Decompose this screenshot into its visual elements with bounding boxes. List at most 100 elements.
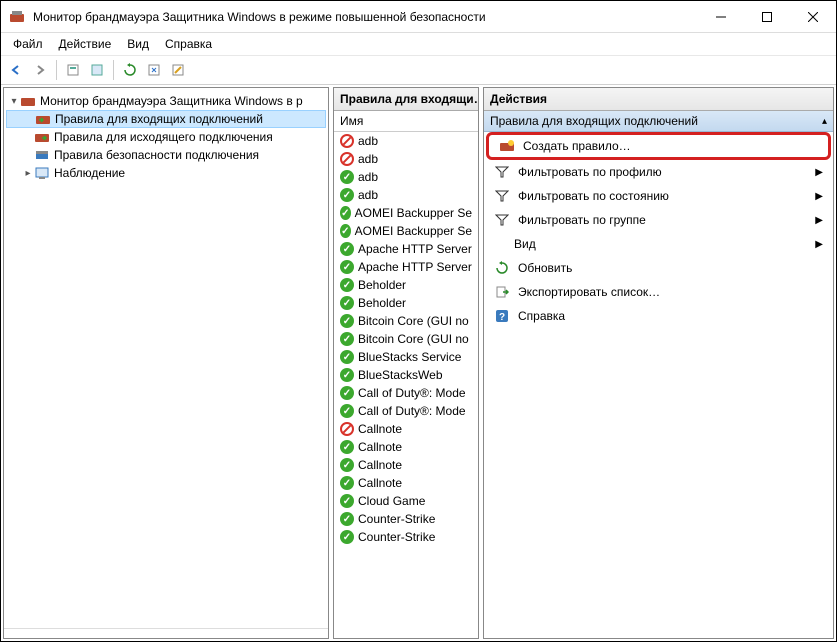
rule-row[interactable]: ✓Beholder bbox=[334, 276, 478, 294]
refresh-button[interactable] bbox=[119, 59, 141, 81]
rule-name: Callnote bbox=[358, 440, 402, 454]
action-label: Обновить bbox=[518, 261, 572, 275]
app-icon bbox=[9, 9, 25, 25]
menu-action[interactable]: Действие bbox=[51, 35, 120, 53]
action-view[interactable]: Вид ▶ bbox=[484, 232, 833, 256]
action-refresh[interactable]: Обновить bbox=[484, 256, 833, 280]
action-filter-state[interactable]: Фильтровать по состоянию ▶ bbox=[484, 184, 833, 208]
rule-row[interactable]: ✓Beholder bbox=[334, 294, 478, 312]
rule-row[interactable]: adb bbox=[334, 150, 478, 168]
menubar: Файл Действие Вид Справка bbox=[1, 33, 836, 55]
menu-view[interactable]: Вид bbox=[119, 35, 157, 53]
filter-icon bbox=[494, 188, 510, 204]
close-button[interactable] bbox=[790, 1, 836, 33]
rule-name: Call of Duty®: Mode bbox=[358, 386, 466, 400]
rule-row[interactable]: ✓Call of Duty®: Mode bbox=[334, 384, 478, 402]
window-title: Монитор брандмауэра Защитника Windows в … bbox=[33, 10, 698, 24]
action-help[interactable]: ? Справка bbox=[484, 304, 833, 328]
rule-name: AOMEI Backupper Se bbox=[355, 206, 472, 220]
rule-row[interactable]: ✓Callnote bbox=[334, 438, 478, 456]
tree-item-outbound[interactable]: Правила для исходящего подключения bbox=[6, 128, 326, 146]
toolbar-icon-3[interactable] bbox=[143, 59, 165, 81]
tree-item-monitoring[interactable]: ▸ Наблюдение bbox=[6, 164, 326, 182]
allow-icon: ✓ bbox=[340, 188, 354, 202]
action-filter-group[interactable]: Фильтровать по группе ▶ bbox=[484, 208, 833, 232]
rule-row[interactable]: ✓ adb bbox=[334, 186, 478, 204]
toolbar-icon-2[interactable] bbox=[86, 59, 108, 81]
collapse-icon[interactable]: ▴ bbox=[822, 116, 827, 127]
rule-row[interactable]: ✓BlueStacks Service bbox=[334, 348, 478, 366]
toolbar-icon-1[interactable] bbox=[62, 59, 84, 81]
rule-name: BlueStacks Service bbox=[358, 350, 461, 364]
rules-list[interactable]: adbadb✓adb✓adb✓AOMEI Backupper Se✓AOMEI … bbox=[334, 132, 478, 638]
rule-row[interactable]: ✓ Bitcoin Core (GUI no bbox=[334, 330, 478, 348]
rule-name: Counter-Strike bbox=[358, 512, 435, 526]
rule-row[interactable]: ✓Call of Duty®: Mode bbox=[334, 402, 478, 420]
back-button[interactable] bbox=[5, 59, 27, 81]
allow-icon: ✓ bbox=[340, 170, 354, 184]
rule-row[interactable]: ✓AOMEI Backupper Se bbox=[334, 222, 478, 240]
export-icon bbox=[494, 284, 510, 300]
rule-row[interactable]: ✓ adb bbox=[334, 168, 478, 186]
rule-name: adb bbox=[358, 134, 378, 148]
actions-body: Правила для входящих подключений ▴ Созда… bbox=[484, 111, 833, 638]
column-header-name[interactable]: Имя bbox=[334, 111, 478, 132]
rule-row[interactable]: ✓Counter-Strike bbox=[334, 510, 478, 528]
rules-panel-header: Правила для входящи… bbox=[334, 88, 478, 111]
toolbar-separator bbox=[56, 60, 57, 80]
rule-row[interactable]: ✓Bitcoin Core (GUI no bbox=[334, 312, 478, 330]
tree-scrollbar[interactable] bbox=[4, 628, 328, 638]
rule-name: Apache HTTP Server bbox=[358, 260, 472, 274]
rule-name: adb bbox=[358, 170, 378, 184]
action-new-rule[interactable]: Создать правило… bbox=[486, 132, 831, 160]
tree-item-label: Наблюдение bbox=[54, 166, 125, 180]
chevron-right-icon[interactable]: ▸ bbox=[22, 168, 34, 179]
toolbar bbox=[1, 55, 836, 85]
tree: ▾ Монитор брандмауэра Защитника Windows … bbox=[4, 88, 328, 628]
rule-row[interactable]: ✓BlueStacksWeb bbox=[334, 366, 478, 384]
rule-name: adb bbox=[358, 152, 378, 166]
rule-name: AOMEI Backupper Se bbox=[355, 224, 472, 238]
action-label: Справка bbox=[518, 309, 565, 323]
allow-icon: ✓ bbox=[340, 296, 354, 310]
allow-icon: ✓ bbox=[340, 494, 354, 508]
actions-section-title[interactable]: Правила для входящих подключений ▴ bbox=[484, 111, 833, 132]
rule-name: adb bbox=[358, 188, 378, 202]
rule-row[interactable]: Callnote bbox=[334, 420, 478, 438]
allow-icon: ✓ bbox=[340, 368, 354, 382]
tree-item-label: Правила для исходящего подключения bbox=[54, 130, 273, 144]
allow-icon: ✓ bbox=[340, 278, 354, 292]
toolbar-icon-4[interactable] bbox=[167, 59, 189, 81]
menu-file[interactable]: Файл bbox=[5, 35, 51, 53]
rule-row[interactable]: adb bbox=[334, 132, 478, 150]
block-icon bbox=[340, 152, 354, 166]
action-filter-profile[interactable]: Фильтровать по профилю ▶ bbox=[484, 160, 833, 184]
action-label: Фильтровать по состоянию bbox=[518, 189, 669, 203]
action-export[interactable]: Экспортировать список… bbox=[484, 280, 833, 304]
tree-item-label: Правила для входящих подключений bbox=[55, 112, 263, 126]
tree-item-label: Правила безопасности подключения bbox=[54, 148, 259, 162]
block-icon bbox=[340, 422, 354, 436]
forward-button[interactable] bbox=[29, 59, 51, 81]
allow-icon: ✓ bbox=[340, 530, 354, 544]
rule-row[interactable]: ✓Counter-Strike bbox=[334, 528, 478, 546]
chevron-down-icon[interactable]: ▾ bbox=[8, 96, 20, 107]
rule-row[interactable]: ✓Callnote bbox=[334, 456, 478, 474]
tree-item-security[interactable]: Правила безопасности подключения bbox=[6, 146, 326, 164]
rule-row[interactable]: ✓Callnote bbox=[334, 474, 478, 492]
action-label: Фильтровать по группе bbox=[518, 213, 646, 227]
rule-name: Bitcoin Core (GUI no bbox=[358, 332, 469, 346]
tree-item-inbound[interactable]: Правила для входящих подключений bbox=[6, 110, 326, 128]
minimize-button[interactable] bbox=[698, 1, 744, 33]
menu-help[interactable]: Справка bbox=[157, 35, 220, 53]
rule-row[interactable]: ✓AOMEI Backupper Se bbox=[334, 204, 478, 222]
rule-name: Bitcoin Core (GUI no bbox=[358, 314, 469, 328]
allow-icon: ✓ bbox=[340, 332, 354, 346]
security-rules-icon bbox=[34, 147, 50, 163]
maximize-button[interactable] bbox=[744, 1, 790, 33]
rule-row[interactable]: ✓Apache HTTP Server bbox=[334, 240, 478, 258]
rule-name: Apache HTTP Server bbox=[358, 242, 472, 256]
tree-root[interactable]: ▾ Монитор брандмауэра Защитника Windows … bbox=[6, 92, 326, 110]
rule-row[interactable]: ✓Cloud Game bbox=[334, 492, 478, 510]
rule-row[interactable]: ✓Apache HTTP Server bbox=[334, 258, 478, 276]
